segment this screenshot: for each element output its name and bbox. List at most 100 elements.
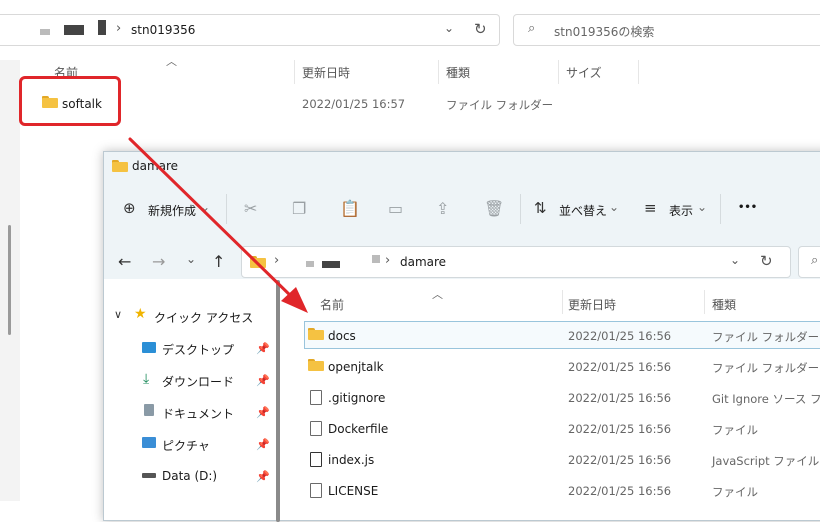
refresh-icon[interactable]: ↻ — [474, 20, 487, 38]
column-divider[interactable] — [558, 60, 559, 84]
toolbar-divider — [226, 194, 227, 224]
new-chevron-down-icon[interactable]: ⌄ — [200, 200, 210, 214]
back-search-box[interactable]: ⌕ stn019356の検索 — [513, 14, 820, 46]
nav-item-label: ダウンロード — [162, 375, 235, 389]
cut-icon[interactable]: ✂ — [244, 199, 257, 218]
front-explorer-window: damare ⊕ 新規作成 ⌄ ✂ ❐ 📋 ▭ ⇪ 🗑 ⇅ 並べ替え ⌄ ≡ 表… — [103, 151, 820, 522]
sort-ascending-chevron-icon: ︿ — [166, 55, 177, 68]
row-name: openjtalk — [328, 360, 384, 374]
pin-icon[interactable]: 📌 — [256, 470, 270, 483]
share-icon[interactable]: ⇪ — [436, 199, 449, 218]
new-plus-icon[interactable]: ⊕ — [123, 199, 136, 217]
pictures-icon — [142, 437, 156, 448]
back-address-bar[interactable]: › stn019356 ⌄ ↻ — [0, 14, 500, 46]
pin-icon[interactable]: 📌 — [256, 374, 270, 387]
breadcrumb-separator: › — [116, 21, 122, 36]
row-modified: 2022/01/25 16:56 — [568, 484, 672, 498]
folder-icon — [308, 328, 324, 340]
pin-icon[interactable]: 📌 — [256, 406, 270, 419]
breadcrumb-current-folder[interactable]: damare — [400, 255, 446, 269]
row-modified: 2022/01/25 16:56 — [568, 391, 672, 405]
search-icon: ⌕ — [528, 21, 536, 36]
row-name: index.js — [328, 453, 375, 467]
row-modified: 2022/01/25 16:56 — [568, 422, 672, 436]
nav-item-label: デスクトップ — [162, 343, 235, 357]
front-search-box[interactable]: ⌕ — [798, 246, 820, 278]
column-header-modified[interactable]: 更新日時 — [568, 296, 616, 313]
gitignore-file-icon — [310, 390, 322, 405]
delete-icon[interactable]: 🗑 — [484, 199, 504, 218]
row-modified: 2022/01/25 16:57 — [302, 97, 406, 111]
breadcrumb-current-folder[interactable]: stn019356 — [131, 23, 195, 37]
nav-pane-scrollbar[interactable] — [276, 280, 280, 522]
blurred-path-segment — [306, 261, 314, 267]
toolbar-divider — [520, 194, 521, 224]
copy-icon[interactable]: ❐ — [292, 199, 306, 218]
sort-icon[interactable]: ⇅ — [534, 199, 547, 217]
column-divider[interactable] — [704, 290, 705, 314]
column-header-modified[interactable]: 更新日時 — [302, 64, 350, 81]
breadcrumb-separator: › — [274, 253, 280, 268]
address-history-chevron-down-icon[interactable]: ⌄ — [444, 21, 454, 35]
new-button[interactable]: 新規作成 — [148, 202, 196, 219]
download-icon: ⤓ — [143, 371, 150, 387]
row-type: ファイル フォルダー — [712, 361, 820, 375]
back-arrow-icon[interactable]: ← — [118, 252, 131, 271]
expand-chevron-icon[interactable]: ∨ — [114, 308, 122, 321]
address-history-chevron-down-icon[interactable]: ⌄ — [730, 253, 740, 267]
sort-button[interactable]: 並べ替え — [559, 202, 607, 219]
documents-icon — [144, 404, 154, 416]
nav-quick-access[interactable]: クイック アクセス — [154, 309, 253, 326]
column-divider[interactable] — [438, 60, 439, 84]
nav-item-label: ドキュメント — [162, 407, 235, 421]
column-header-type[interactable]: 種類 — [712, 296, 736, 313]
column-header-type[interactable]: 種類 — [446, 64, 470, 81]
breadcrumb-separator: › — [385, 253, 391, 268]
star-icon: ★ — [134, 306, 147, 322]
desktop-icon — [142, 342, 156, 353]
pin-icon[interactable]: 📌 — [256, 342, 270, 355]
sort-chevron-down-icon[interactable]: ⌄ — [609, 200, 619, 214]
row-name: docs — [328, 329, 356, 343]
rename-icon[interactable]: ▭ — [388, 199, 403, 218]
forward-arrow-icon[interactable]: → — [152, 252, 165, 271]
refresh-icon[interactable]: ↻ — [760, 252, 773, 270]
row-type: ファイル — [712, 485, 758, 499]
paste-icon[interactable]: 📋 — [340, 199, 360, 218]
file-icon — [310, 421, 322, 436]
js-file-icon — [310, 452, 322, 467]
column-header-size[interactable]: サイズ — [566, 64, 602, 81]
row-type: ファイル — [712, 423, 758, 437]
drive-icon — [142, 473, 156, 478]
pin-icon[interactable]: 📌 — [256, 438, 270, 451]
blurred-path-segment — [64, 25, 84, 35]
row-type: Git Ignore ソース フ... — [712, 392, 820, 406]
view-chevron-down-icon[interactable]: ⌄ — [697, 200, 707, 214]
blurred-path-segment — [322, 261, 340, 268]
row-name: .gitignore — [328, 391, 386, 405]
sort-ascending-chevron-icon: ︿ — [432, 288, 443, 301]
row-type: ファイル フォルダー — [446, 98, 554, 112]
nav-item-label: Data (D:) — [162, 469, 218, 483]
window-title: damare — [132, 159, 179, 173]
front-address-bar[interactable]: › › damare ⌄ ↻ — [241, 246, 791, 278]
back-nav-scrollbar[interactable] — [8, 225, 11, 335]
row-type: ファイル フォルダー — [712, 330, 820, 344]
view-button[interactable]: 表示 — [669, 202, 693, 219]
up-arrow-icon[interactable]: ↑ — [212, 252, 225, 271]
more-options-button[interactable]: ••• — [738, 202, 757, 213]
row-modified: 2022/01/25 16:56 — [568, 329, 672, 343]
recent-chevron-down-icon[interactable]: ⌄ — [186, 252, 196, 266]
column-divider[interactable] — [294, 60, 295, 84]
column-header-name[interactable]: 名前 — [320, 296, 344, 313]
blurred-path-segment — [40, 29, 50, 35]
row-modified: 2022/01/25 16:56 — [568, 453, 672, 467]
folder-icon — [308, 359, 324, 371]
view-icon[interactable]: ≡ — [644, 199, 657, 217]
file-icon — [310, 483, 322, 498]
nav-item-label: ピクチャ — [162, 439, 210, 453]
toolbar-divider — [720, 194, 721, 224]
column-divider[interactable] — [638, 60, 639, 84]
search-icon: ⌕ — [811, 253, 819, 268]
column-divider[interactable] — [562, 290, 563, 314]
